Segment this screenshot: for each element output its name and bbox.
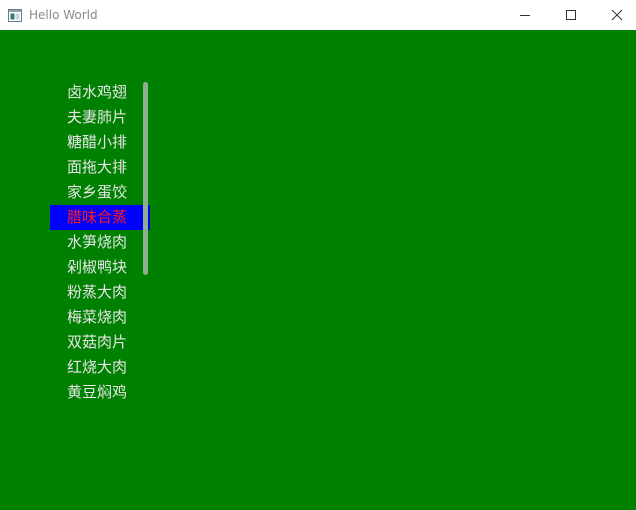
window-app-icon bbox=[8, 7, 22, 22]
minimize-icon bbox=[519, 6, 531, 25]
list-item[interactable]: 水笋烧肉 bbox=[50, 230, 150, 255]
title-bar[interactable]: Hello World bbox=[0, 0, 636, 30]
list-item[interactable]: 家乡蛋饺 bbox=[50, 180, 150, 205]
list-item-selected[interactable]: 腊味合蒸 bbox=[50, 205, 150, 230]
list-item[interactable]: 剁椒鸭块 bbox=[50, 255, 150, 280]
app-window: Hello World 卤水鸡翅 夫妻肺片 糖醋小排 面拖大排 家乡蛋饺 腊味合… bbox=[0, 0, 636, 510]
close-button[interactable] bbox=[594, 0, 636, 30]
list-item[interactable]: 卤水鸡翅 bbox=[50, 80, 150, 105]
list-item[interactable]: 面拖大排 bbox=[50, 155, 150, 180]
dish-list[interactable]: 卤水鸡翅 夫妻肺片 糖醋小排 面拖大排 家乡蛋饺 腊味合蒸 水笋烧肉 剁椒鸭块 … bbox=[50, 80, 150, 405]
close-icon bbox=[611, 6, 623, 25]
list-item[interactable]: 红烧大肉 bbox=[50, 355, 150, 380]
maximize-icon bbox=[565, 6, 577, 25]
minimize-button[interactable] bbox=[502, 0, 548, 30]
list-item[interactable]: 糖醋小排 bbox=[50, 130, 150, 155]
list-item[interactable]: 双菇肉片 bbox=[50, 330, 150, 355]
list-scrollbar[interactable] bbox=[143, 82, 148, 275]
list-item[interactable]: 粉蒸大肉 bbox=[50, 280, 150, 305]
list-item[interactable]: 梅菜烧肉 bbox=[50, 305, 150, 330]
list-item[interactable]: 黄豆焖鸡 bbox=[50, 380, 150, 405]
window-title: Hello World bbox=[29, 8, 98, 22]
client-area: 卤水鸡翅 夫妻肺片 糖醋小排 面拖大排 家乡蛋饺 腊味合蒸 水笋烧肉 剁椒鸭块 … bbox=[0, 30, 636, 510]
list-item[interactable]: 夫妻肺片 bbox=[50, 105, 150, 130]
maximize-button[interactable] bbox=[548, 0, 594, 30]
